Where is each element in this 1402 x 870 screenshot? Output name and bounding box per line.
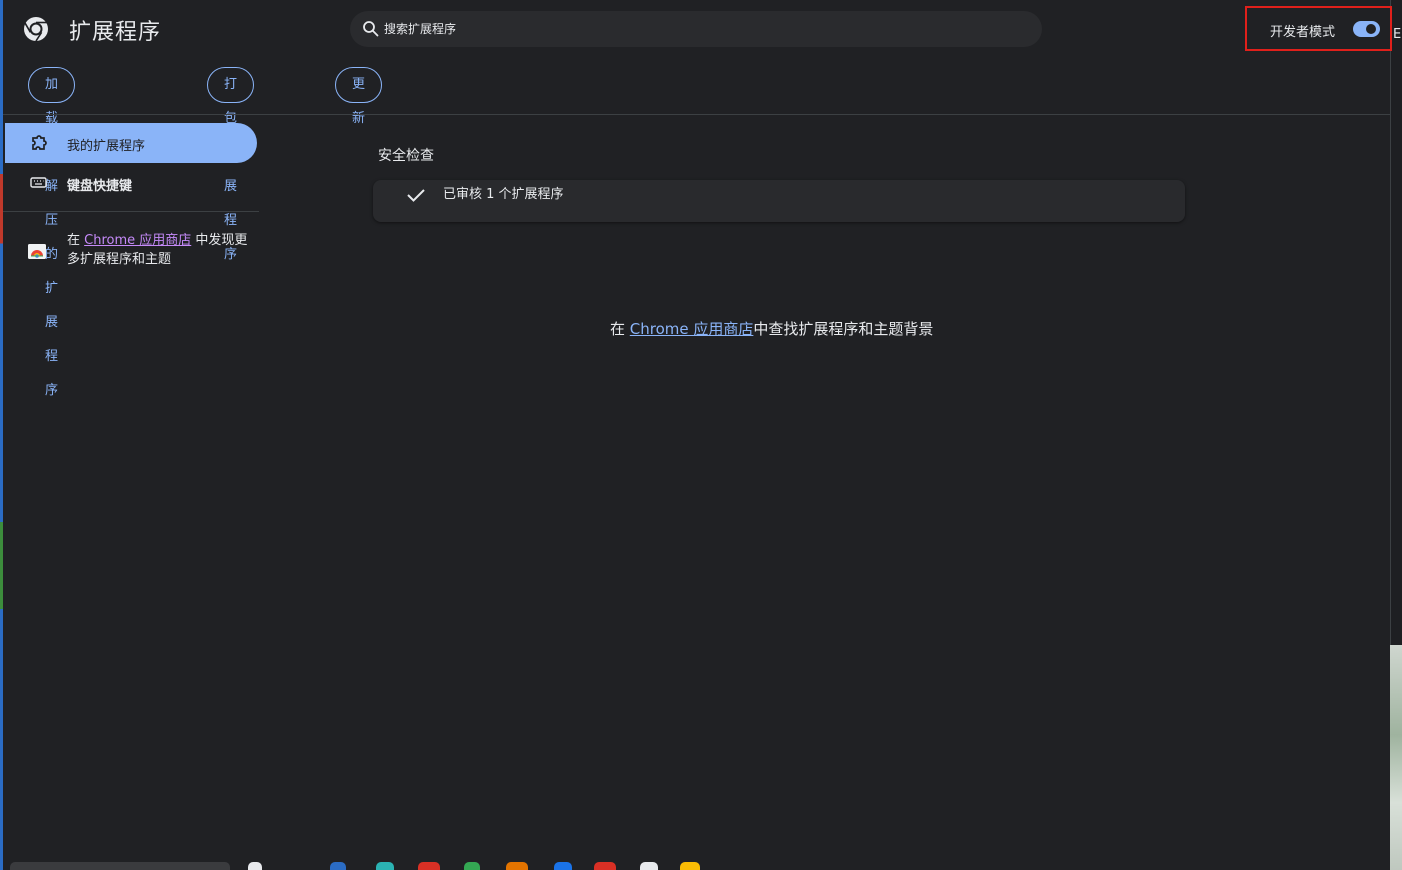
taskbar-app-icon	[330, 862, 346, 870]
empty-state-message: 在 Chrome 应用商店中查找扩展程序和主题背景	[610, 320, 934, 338]
sidebar-divider	[3, 211, 259, 212]
keyboard-icon	[30, 177, 47, 188]
search-input[interactable]	[384, 11, 1024, 47]
taskbar-search	[10, 862, 230, 870]
sidebar-item-my-extensions[interactable]: 我的扩展程序	[5, 123, 257, 163]
web-store-link-main[interactable]: Chrome 应用商店	[630, 320, 754, 338]
update-button[interactable]: 更新	[335, 67, 383, 126]
safety-check-status: 已审核 1 个扩展程序	[443, 187, 564, 202]
taskbar-app-icon	[464, 862, 480, 870]
puzzle-icon	[32, 135, 47, 150]
toggle-knob	[1366, 24, 1376, 34]
taskbar-app-icon	[680, 862, 700, 870]
safety-check-title: 安全检查	[378, 148, 434, 164]
taskbar-app-icon	[506, 862, 528, 870]
taskbar-peek	[0, 858, 1402, 870]
developer-mode-toggle[interactable]	[1353, 21, 1380, 37]
window-edge	[1390, 0, 1391, 645]
developer-mode-highlight: 开发者模式	[1245, 6, 1392, 51]
checkmark-icon	[407, 189, 425, 202]
desktop-wallpaper-strip	[1390, 645, 1402, 870]
header: 扩展程序 开发者模式	[3, 0, 1392, 60]
taskbar-app-icon	[376, 862, 394, 870]
page-title: 扩展程序	[69, 20, 162, 45]
edge-letter: E	[1393, 27, 1402, 42]
taskbar-app-icon	[640, 862, 658, 870]
web-store-icon	[28, 244, 46, 259]
sidebar: 我的扩展程序 键盘快捷键 在 Chrome 应用商店 中发现更多扩展程序和主题	[3, 115, 259, 866]
search-icon	[363, 21, 379, 37]
pack-extension-button[interactable]: 打包扩展程序	[207, 67, 255, 262]
sidebar-item-label: 键盘快捷键	[67, 179, 133, 194]
taskbar-app-icon	[248, 862, 262, 870]
search-box[interactable]	[350, 11, 1042, 47]
taskbar-app-icon	[418, 862, 440, 870]
sidebar-item-keyboard-shortcuts[interactable]: 键盘快捷键	[5, 163, 257, 203]
load-unpacked-button[interactable]: 加载已解压的扩展程序	[28, 67, 76, 398]
web-store-promo: 在 Chrome 应用商店 中发现更多扩展程序和主题	[3, 231, 259, 275]
safety-check-card: 已审核 1 个扩展程序	[373, 180, 1185, 222]
extensions-window: 扩展程序 开发者模式 加载已解压的扩展程序 打包扩展程序 更新 我的扩展程序	[3, 0, 1392, 866]
taskbar-app-icon	[594, 862, 616, 870]
web-store-link[interactable]: Chrome 应用商店	[84, 233, 191, 248]
sidebar-item-label: 我的扩展程序	[67, 139, 146, 154]
developer-mode-label: 开发者模式	[1270, 25, 1336, 40]
web-store-promo-text: 在 Chrome 应用商店 中发现更多扩展程序和主题	[67, 233, 248, 267]
desktop-background-right: E	[1390, 0, 1402, 870]
taskbar-app-icon	[554, 862, 572, 870]
chrome-logo-icon	[24, 17, 48, 42]
